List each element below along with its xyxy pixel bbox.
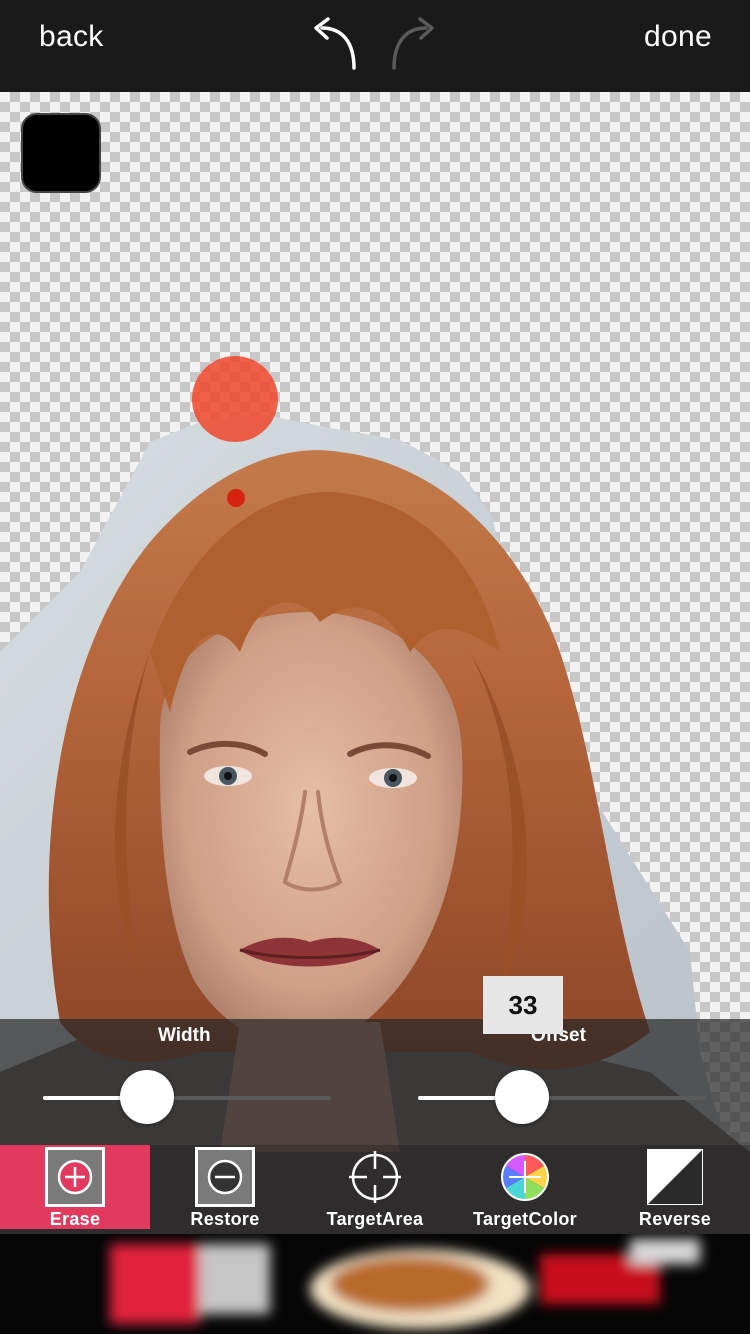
tool-restore[interactable]: Restore [150,1145,300,1231]
erase-plus-icon [45,1147,105,1207]
tool-reverse-label: Reverse [638,1209,712,1229]
redo-icon [392,17,434,70]
slider-panel: Width Offset [0,1019,750,1145]
tool-reverse[interactable]: Reverse [600,1145,750,1231]
undo-icon [314,17,356,70]
back-button[interactable]: back [39,20,104,54]
width-slider[interactable] [43,1070,331,1124]
tool-restore-label: Restore [190,1209,260,1229]
tool-bar: Erase Restore TargetArea TargetColor Rev… [0,1145,750,1234]
crosshair-icon [349,1151,401,1203]
undo-button[interactable] [302,12,362,74]
restore-minus-icon [195,1147,255,1207]
background-color-swatch[interactable] [21,113,101,193]
offset-value-readout: 33 [483,976,563,1034]
width-label: Width [158,1025,211,1046]
color-wheel-icon [501,1153,549,1201]
offset-slider[interactable] [418,1070,706,1124]
tool-target-area-label: TargetArea [326,1209,424,1229]
offset-slider-thumb[interactable] [494,1070,549,1124]
done-button[interactable]: done [644,20,712,54]
redo-button[interactable] [388,12,448,74]
tool-target-color-label: TargetColor [473,1209,577,1229]
brush-offset-point [227,489,245,507]
reverse-diagonal-icon [647,1149,703,1205]
tool-erase[interactable]: Erase [0,1145,150,1229]
background-eraser-screen: back done Width Offset 33 Erase Restore … [0,0,750,1334]
ad-banner-image [110,1239,700,1329]
ad-banner[interactable] [0,1234,750,1334]
tool-target-color[interactable]: TargetColor [450,1145,600,1231]
tool-erase-label: Erase [49,1209,101,1229]
width-slider-thumb[interactable] [119,1070,174,1124]
brush-size-cursor [192,356,278,442]
top-bar: back done [0,0,750,92]
tool-target-area[interactable]: TargetArea [300,1145,450,1231]
